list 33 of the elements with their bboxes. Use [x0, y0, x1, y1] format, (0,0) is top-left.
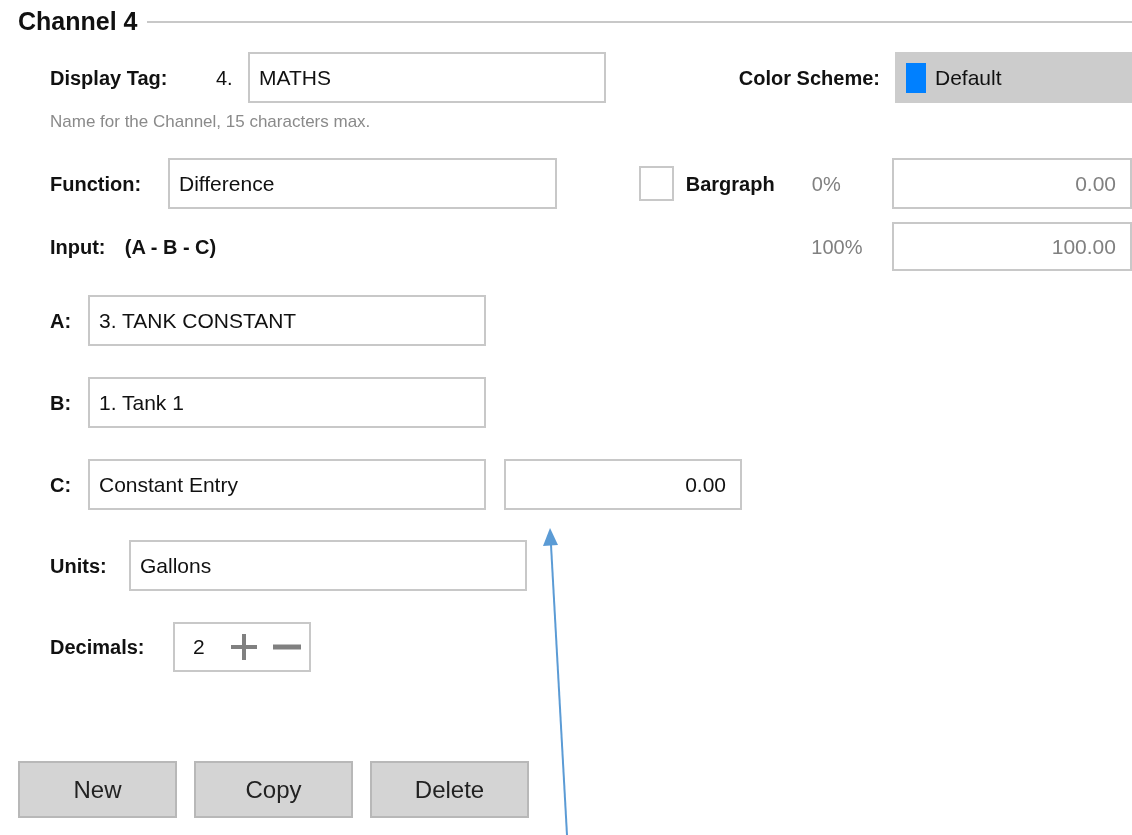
display-tag-field[interactable]: MATHS: [248, 52, 606, 103]
input-source-field[interactable]: 1. Tank 1: [88, 377, 486, 428]
range-label: 0%: [811, 171, 842, 197]
plus-icon[interactable]: [229, 632, 259, 662]
formula-text: (A - B - C): [124, 234, 218, 260]
function-field[interactable]: Difference: [168, 158, 558, 209]
section-title: Channel 4: [18, 6, 138, 38]
range-label: 100%: [811, 234, 864, 260]
input-source-field[interactable]: 3. TANK CONSTANT: [88, 295, 486, 346]
field-label: B:: [50, 390, 73, 416]
field-label: Function:: [50, 171, 143, 197]
field-label: Units:: [50, 553, 108, 579]
field-label: A:: [50, 308, 73, 334]
hint-text: Name for the Channel, 15 characters max.: [50, 112, 371, 131]
decimals-value: 2: [193, 634, 206, 661]
field-label: C:: [50, 472, 73, 498]
bargraph-min-field[interactable]: 0.00: [892, 158, 1132, 209]
constant-field[interactable]: 0.00: [504, 459, 742, 510]
channel-number: 4.: [216, 65, 234, 91]
field-label: Input:: [50, 234, 107, 260]
units-field[interactable]: Gallons: [129, 540, 527, 591]
action-button[interactable]: Copy: [194, 761, 353, 818]
minus-icon[interactable]: [273, 644, 301, 650]
bargraph-max-field[interactable]: 100.00: [892, 222, 1132, 271]
checkbox-label: Bargraph: [685, 171, 776, 197]
field-label: Decimals:: [50, 635, 146, 660]
bargraph-checkbox[interactable]: [639, 166, 674, 201]
color-scheme-dropdown[interactable]: Default: [895, 52, 1132, 103]
action-button[interactable]: Delete: [370, 761, 529, 818]
field-label: Display Tag:: [50, 65, 169, 91]
field-label: Color Scheme:: [738, 66, 880, 89]
action-button[interactable]: New: [18, 761, 177, 818]
input-source-field[interactable]: Constant Entry: [88, 459, 486, 510]
